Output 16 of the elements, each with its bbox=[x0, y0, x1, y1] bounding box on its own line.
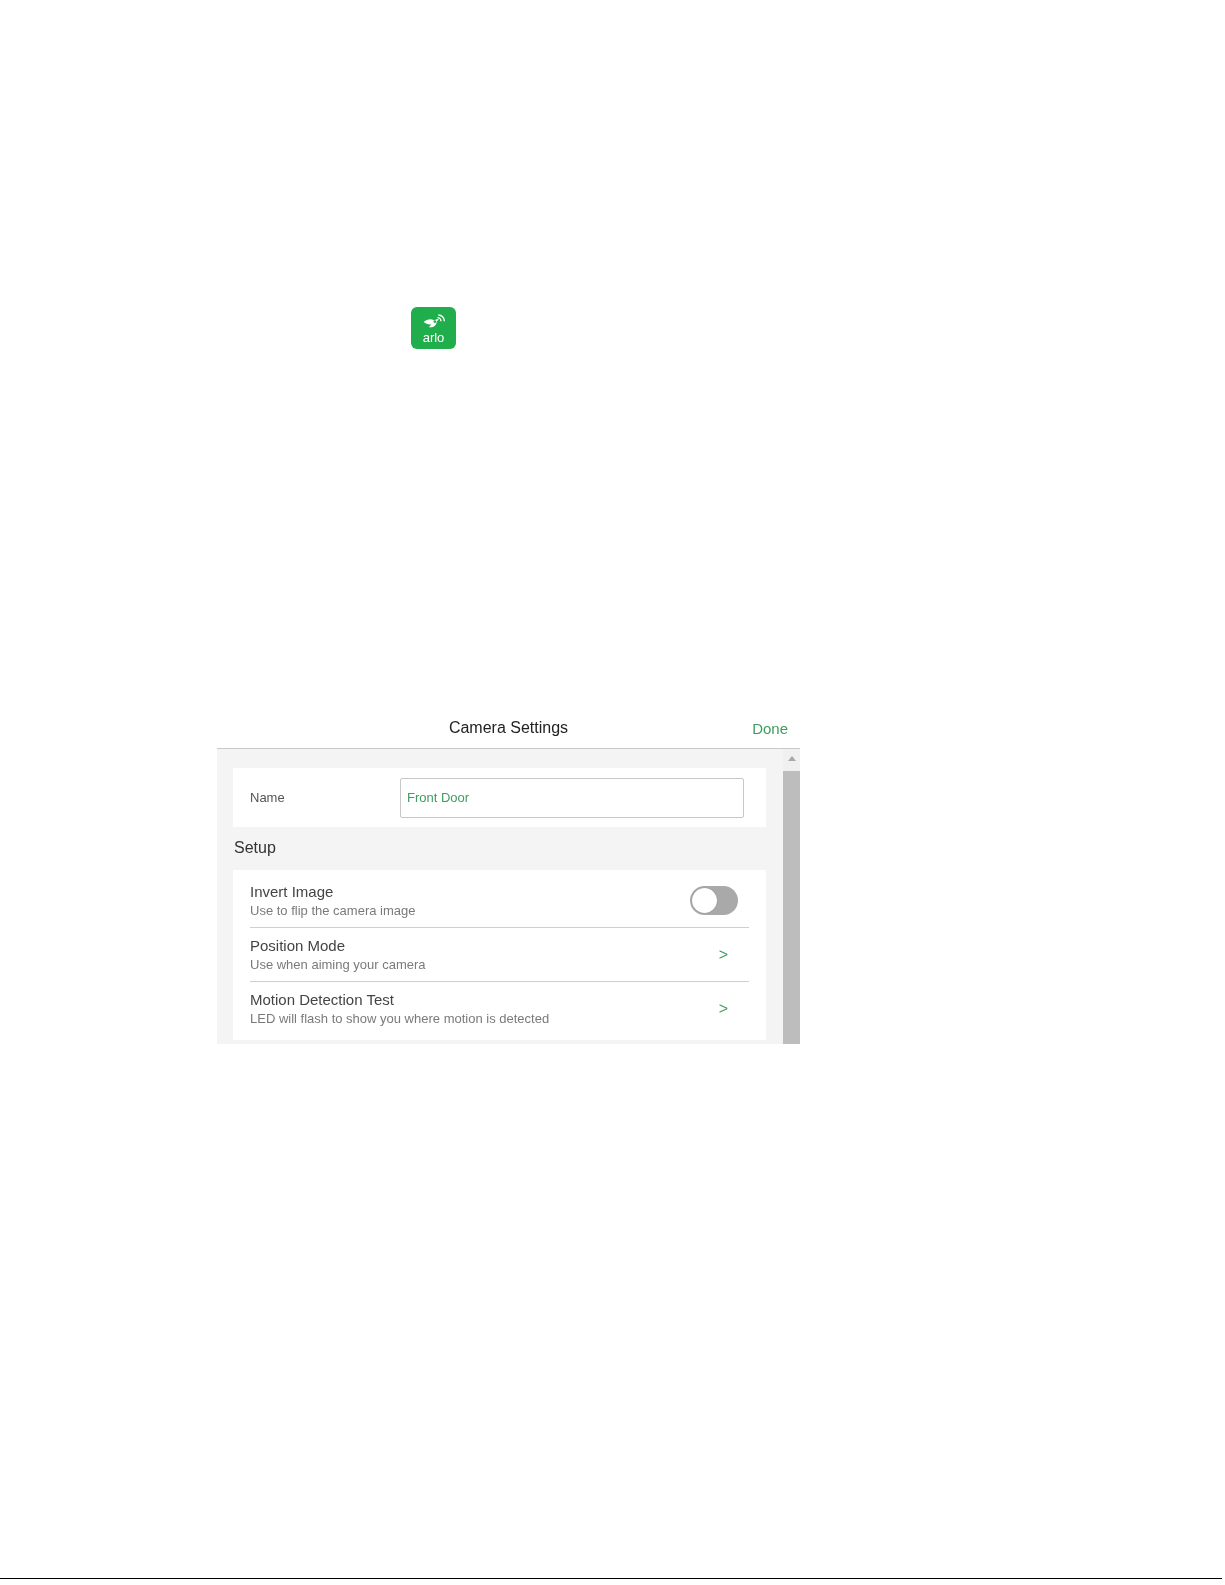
scroll-up-icon[interactable] bbox=[787, 756, 796, 761]
done-button[interactable]: Done bbox=[752, 717, 788, 739]
section-heading: Setup bbox=[234, 838, 277, 858]
logo-wordmark: arlo bbox=[422, 329, 445, 345]
setting-description: Use to flip the camera image bbox=[250, 901, 416, 920]
name-input[interactable]: Front Door bbox=[400, 777, 744, 818]
setting-title: Motion Detection Test bbox=[250, 989, 394, 1010]
name-label: Name bbox=[250, 790, 286, 805]
setting-title: Invert Image bbox=[250, 881, 334, 902]
screen-title: Camera Settings bbox=[448, 719, 569, 737]
setting-description: Use when aiming your camera bbox=[250, 955, 426, 974]
setting-description: LED will flash to show you where motion is detected bbox=[250, 1009, 550, 1028]
chevron-link[interactable]: > bbox=[718, 945, 728, 964]
toggle-switch[interactable] bbox=[690, 886, 738, 915]
chevron-link[interactable]: > bbox=[718, 999, 728, 1018]
setting-title: Position Mode bbox=[250, 935, 346, 956]
